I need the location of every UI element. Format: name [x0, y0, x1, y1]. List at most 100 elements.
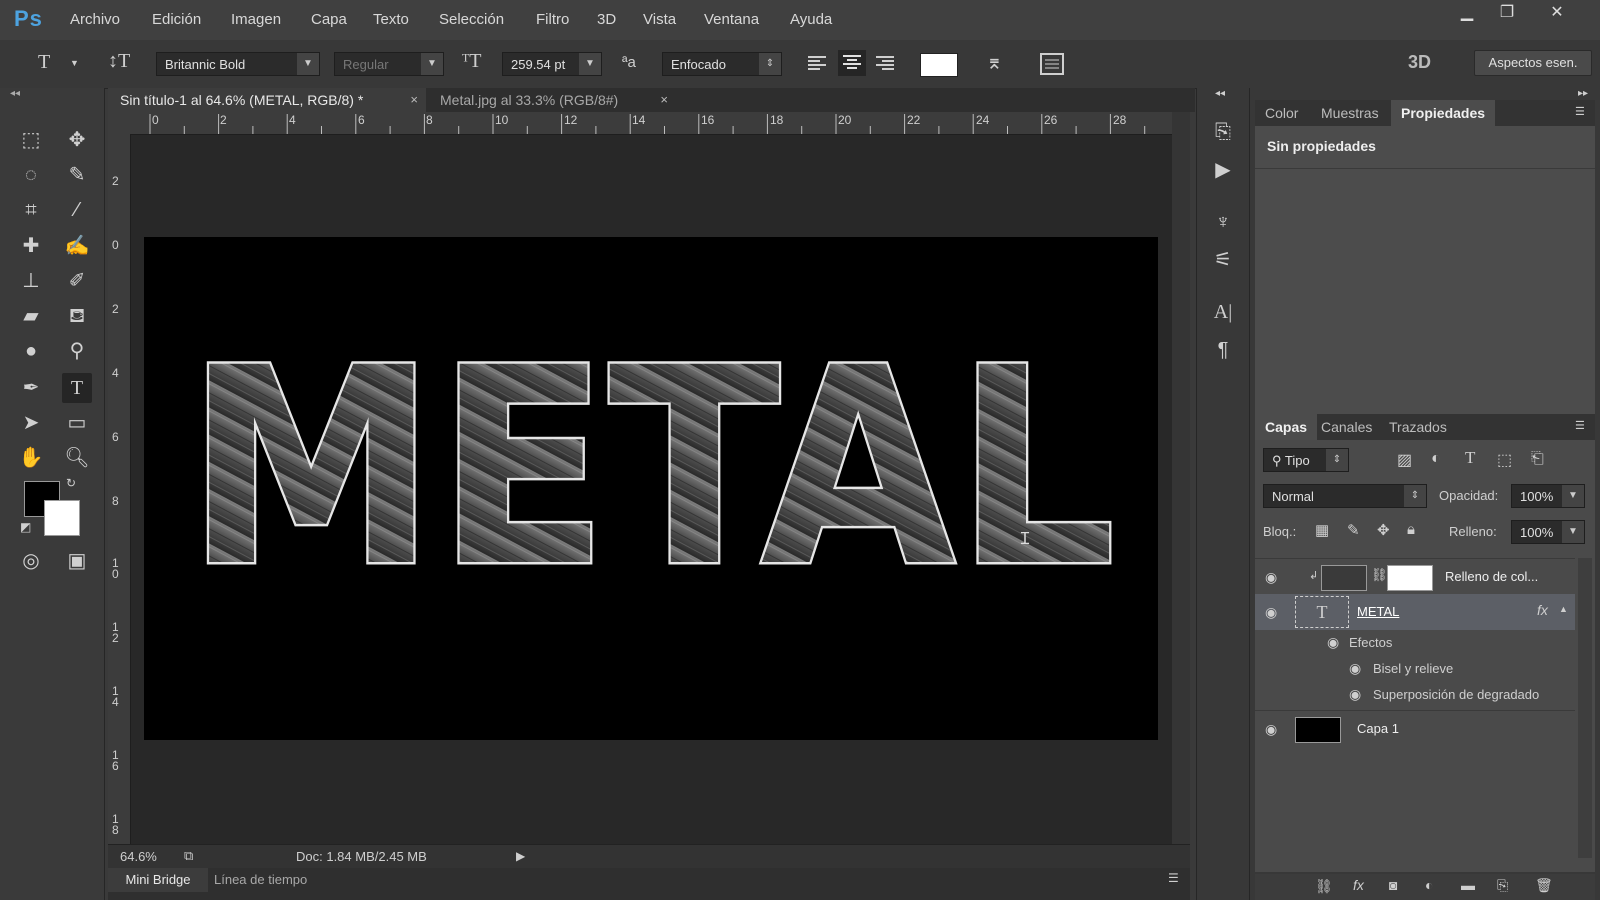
- font-style-select[interactable]: Regular ▼: [334, 52, 444, 76]
- tab-capas[interactable]: Capas: [1255, 414, 1318, 440]
- filter-pixel-icon[interactable]: ▨: [1397, 450, 1412, 470]
- text-tool-preset-icon[interactable]: T: [38, 51, 50, 74]
- layer-name[interactable]: METAL: [1357, 604, 1399, 619]
- blur-tool-icon[interactable]: ●: [16, 336, 46, 366]
- visibility-eye-icon[interactable]: ◉: [1265, 604, 1277, 621]
- history-brush-tool-icon[interactable]: ✐: [62, 266, 92, 296]
- fill-input[interactable]: 100% ▼: [1511, 520, 1585, 544]
- menu-3d[interactable]: 3D: [597, 11, 616, 28]
- quick-select-tool-icon[interactable]: ✎: [62, 160, 92, 190]
- visibility-eye-icon[interactable]: ◉: [1265, 721, 1277, 738]
- status-menu-arrow-icon[interactable]: ▶: [516, 849, 525, 863]
- character-panel-icon[interactable]: [1040, 53, 1064, 78]
- menu-edicion[interactable]: Edición: [152, 11, 201, 28]
- menu-capa[interactable]: Capa: [311, 11, 347, 28]
- layer-row-fill[interactable]: ◉ ↲ ⛓ Relleno de col...: [1255, 558, 1575, 595]
- visibility-eye-icon[interactable]: ◉: [1349, 660, 1361, 677]
- add-mask-icon[interactable]: ◙: [1389, 877, 1397, 893]
- path-select-tool-icon[interactable]: ➤: [16, 408, 46, 438]
- actions-panel-icon[interactable]: ▶: [1209, 156, 1237, 184]
- delete-layer-icon[interactable]: 🗑︎: [1535, 877, 1553, 894]
- panel-menu-icon[interactable]: ☰: [1575, 419, 1585, 432]
- tab-mini-bridge[interactable]: Mini Bridge: [108, 868, 208, 892]
- tab-propiedades[interactable]: Propiedades: [1391, 100, 1496, 126]
- 3d-mode-button[interactable]: 3D: [1408, 52, 1431, 73]
- menu-archivo[interactable]: Archivo: [70, 11, 120, 28]
- menu-vista[interactable]: Vista: [643, 11, 676, 28]
- panel-menu-icon[interactable]: ☰: [1168, 871, 1179, 885]
- tab-document-2[interactable]: Metal.jpg al 33.3% (RGB/8#) ×: [428, 88, 676, 112]
- character-icon[interactable]: A|: [1209, 298, 1237, 326]
- clone-stamp-tool-icon[interactable]: ⊥: [16, 266, 46, 296]
- pen-tool-icon[interactable]: ✒: [16, 373, 46, 403]
- menu-filtro[interactable]: Filtro: [536, 11, 569, 28]
- marquee-tool-icon[interactable]: ⬚: [16, 125, 46, 155]
- collapse-arrows-icon[interactable]: ▸▸: [1578, 88, 1588, 99]
- brush-presets-icon[interactable]: ♆: [1209, 208, 1237, 236]
- filter-shape-icon[interactable]: ⬚: [1497, 450, 1512, 470]
- layer-name[interactable]: Capa 1: [1357, 721, 1399, 736]
- close-icon[interactable]: ×: [660, 88, 668, 112]
- visibility-eye-icon[interactable]: ◉: [1327, 634, 1339, 651]
- fx-badge[interactable]: fx: [1537, 602, 1548, 618]
- rectangle-tool-icon[interactable]: ▭: [62, 408, 92, 438]
- text-color-swatch[interactable]: [920, 53, 958, 77]
- tab-document-1[interactable]: Sin título-1 al 64.6% (METAL, RGB/8) * ×: [108, 88, 426, 112]
- collapse-effects-icon[interactable]: ▲: [1559, 604, 1568, 614]
- new-adjustment-icon[interactable]: ◐: [1425, 877, 1433, 893]
- menu-ayuda[interactable]: Ayuda: [790, 11, 832, 28]
- type-tool-icon[interactable]: T: [62, 373, 92, 403]
- lock-all-icon[interactable]: 🔒︎: [1407, 521, 1415, 538]
- filter-adjustment-icon[interactable]: ◐: [1431, 450, 1441, 468]
- filter-smart-object-icon[interactable]: ⎗: [1531, 450, 1544, 468]
- lasso-tool-icon[interactable]: ◌: [16, 160, 46, 190]
- preset-chevron-icon[interactable]: ▼: [70, 58, 79, 68]
- layer-row-metal[interactable]: ◉ T METAL fx ▲: [1255, 594, 1575, 630]
- menu-texto[interactable]: Texto: [373, 11, 409, 28]
- visibility-eye-icon[interactable]: ◉: [1265, 569, 1277, 586]
- filter-type-icon[interactable]: T: [1465, 448, 1475, 468]
- collapse-arrows-icon[interactable]: ◂◂: [10, 88, 20, 99]
- opacity-input[interactable]: 100% ▼: [1511, 484, 1585, 508]
- add-style-icon[interactable]: fx: [1353, 877, 1364, 893]
- close-button[interactable]: ✕: [1540, 2, 1574, 24]
- collapse-arrows-icon[interactable]: ◂◂: [1215, 88, 1225, 99]
- new-group-icon[interactable]: ▬: [1461, 877, 1475, 893]
- effect-gradient-row[interactable]: ◉ Superposición de degradado: [1255, 682, 1575, 708]
- lock-transparency-icon[interactable]: ▦: [1315, 521, 1329, 539]
- antialias-select[interactable]: Enfocado ⇕: [662, 52, 782, 76]
- warp-text-icon[interactable]: ⌆: [986, 50, 1003, 75]
- paragraph-icon[interactable]: ¶: [1209, 336, 1237, 364]
- blend-mode-select[interactable]: Normal ⇕: [1263, 484, 1427, 508]
- effects-row[interactable]: ◉ Efectos: [1255, 630, 1575, 656]
- history-panel-icon[interactable]: ⎘: [1209, 118, 1237, 146]
- restore-button[interactable]: ❐: [1490, 2, 1524, 24]
- layer-row-capa1[interactable]: ◉ Capa 1: [1255, 710, 1575, 747]
- move-tool-icon[interactable]: ✥: [62, 125, 92, 155]
- lock-pixels-icon[interactable]: ✎: [1347, 521, 1360, 539]
- layer-filter-select[interactable]: ⚲ Tipo ⇕: [1263, 448, 1349, 472]
- default-colors-icon[interactable]: ◩: [20, 520, 31, 534]
- zoom-tool-icon[interactable]: 🔍︎: [62, 443, 92, 473]
- crop-tool-icon[interactable]: ⌗: [16, 195, 46, 225]
- font-size-select[interactable]: 259.54 pt ▼: [502, 52, 602, 76]
- paint-bucket-tool-icon[interactable]: ⛾: [62, 301, 92, 331]
- tab-timeline[interactable]: Línea de tiempo: [214, 868, 307, 892]
- eyedropper-tool-icon[interactable]: ⁄: [62, 195, 92, 225]
- eraser-tool-icon[interactable]: ▰: [16, 301, 46, 331]
- menu-ventana[interactable]: Ventana: [704, 11, 759, 28]
- brush-tool-icon[interactable]: ✍: [62, 231, 92, 261]
- align-right-icon[interactable]: [874, 54, 896, 75]
- font-family-select[interactable]: Britannic Bold ▼: [156, 52, 320, 76]
- workspace-button[interactable]: Aspectos esen.: [1474, 50, 1592, 76]
- align-center-icon[interactable]: [838, 50, 866, 76]
- tab-trazados[interactable]: Trazados: [1379, 414, 1457, 440]
- canvas-text-metal[interactable]: METAL: [184, 309, 1119, 630]
- swap-colors-icon[interactable]: ↻: [66, 476, 76, 490]
- minimize-button[interactable]: ▁: [1450, 2, 1484, 24]
- link-layers-icon[interactable]: ⛓: [1315, 878, 1333, 895]
- align-left-icon[interactable]: [806, 54, 828, 75]
- new-layer-icon[interactable]: ⎘: [1497, 877, 1508, 894]
- zoom-level[interactable]: 64.6%: [120, 849, 157, 864]
- tab-muestras[interactable]: Muestras: [1311, 100, 1389, 126]
